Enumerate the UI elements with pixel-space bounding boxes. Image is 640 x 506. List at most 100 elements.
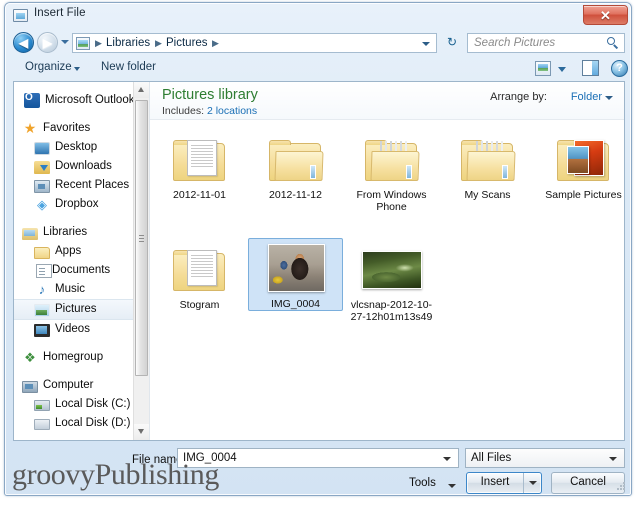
insert-split-dropdown[interactable] [523, 473, 541, 493]
sidebar-item-label: Videos [55, 323, 90, 335]
homegroup-icon: ❖ [24, 350, 36, 365]
sidebar-item-desktop[interactable]: Desktop [14, 138, 149, 157]
recent-locations-dropdown-icon[interactable] [61, 40, 69, 44]
file-item[interactable]: My Scans [440, 130, 535, 201]
breadcrumb-separator: ▶ [155, 38, 162, 48]
organize-button[interactable]: Organize [25, 61, 72, 73]
view-layout-icon[interactable] [535, 61, 551, 76]
computer-icon [22, 380, 38, 393]
folder-icon [460, 137, 516, 181]
tools-chevron-down-icon[interactable] [448, 484, 456, 488]
address-input[interactable]: ▶ Libraries ▶ Pictures ▶ [72, 33, 437, 53]
sidebar-item-local-disk-c[interactable]: Local Disk (C:) [14, 395, 149, 414]
file-item[interactable]: Sample Pictures [536, 130, 624, 201]
file-item[interactable]: Stogram [152, 240, 247, 311]
folder-icon [34, 246, 50, 259]
cancel-button[interactable]: Cancel [551, 472, 625, 494]
folder-thumbnail-wrap [169, 243, 231, 295]
new-folder-button[interactable]: New folder [101, 61, 156, 73]
nav-group-spacer [14, 367, 149, 376]
file-item[interactable]: From Windows Phone [344, 130, 439, 213]
screenshot-root: Insert File ✕ ◀ ▶ ▶ Libraries ▶ Pictures… [0, 0, 640, 506]
back-button[interactable]: ◀ [13, 32, 34, 53]
scroll-up-icon[interactable] [134, 82, 149, 98]
preview-pane-icon[interactable] [582, 60, 599, 76]
sidebar-item-libraries[interactable]: Libraries [14, 223, 149, 242]
breadcrumb-separator: ▶ [95, 38, 102, 48]
file-grid: 2012-11-01 2012-11-12 From Windows Phone My… [150, 120, 624, 440]
file-item[interactable]: vlcsnap-2012-10-27-12h01m13s49 [344, 240, 439, 323]
file-item[interactable]: 2012-11-01 [152, 130, 247, 201]
arrange-by-value[interactable]: Folder [571, 91, 602, 103]
address-dropdown-icon[interactable] [422, 42, 430, 46]
file-type-select[interactable]: All Files [465, 448, 625, 468]
sidebar-item-local-disk-d[interactable]: Local Disk (D:) [14, 414, 149, 433]
file-item-selected[interactable]: IMG_0004 [248, 238, 343, 311]
dialog-content: Microsoft Outlook ★ Favorites Desktop Downlo… [13, 81, 625, 441]
sidebar-item-downloads[interactable]: Downloads [14, 157, 149, 176]
image-thumbnail [267, 244, 325, 292]
arrange-chevron-down-icon[interactable] [605, 96, 613, 100]
insert-file-dialog: Insert File ✕ ◀ ▶ ▶ Libraries ▶ Pictures… [4, 2, 632, 496]
breadcrumb-separator: ▶ [212, 38, 219, 48]
sidebar-item-label: Local Disk (C:) [55, 398, 131, 410]
folder-icon [364, 137, 420, 181]
library-header: Pictures library Includes: 2 locations A… [150, 82, 624, 120]
organize-chevron-down-icon[interactable] [74, 67, 80, 71]
folder-thumbnail-wrap [553, 133, 615, 185]
sidebar-item-music[interactable]: ♪ Music [14, 280, 149, 299]
breadcrumb-libraries[interactable]: Libraries [106, 37, 150, 49]
sidebar-item-label: Music [55, 283, 86, 295]
close-button[interactable]: ✕ [583, 5, 628, 25]
breadcrumb-pictures[interactable]: Pictures [166, 37, 208, 49]
forward-button[interactable]: ▶ [37, 32, 58, 53]
folder-icon [172, 137, 227, 181]
file-name-input[interactable]: IMG_0004 [177, 448, 459, 468]
back-arrow-icon: ◀ [18, 36, 29, 50]
refresh-button[interactable]: ↻ [441, 33, 463, 53]
command-toolbar: Organize New folder ? [5, 56, 631, 81]
insert-button[interactable]: Insert [466, 472, 542, 494]
sidebar-item-pictures[interactable]: Pictures [14, 299, 149, 320]
library-includes: Includes: 2 locations [162, 105, 257, 117]
file-name-chevron-down-icon[interactable] [443, 457, 451, 461]
scroll-down-icon[interactable] [134, 424, 149, 440]
sidebar-item-recent-places[interactable]: Recent Places [14, 176, 149, 195]
pictures-library-icon [76, 37, 90, 50]
search-placeholder: Search Pictures [474, 37, 556, 49]
sidebar-item-computer[interactable]: Computer [14, 376, 149, 395]
sidebar-item-homegroup[interactable]: ❖ Homegroup [14, 348, 149, 367]
scrollbar-thumb[interactable] [135, 100, 148, 376]
file-item-label: Sample Pictures [545, 189, 622, 201]
sidebar-item-microsoft-outlook[interactable]: Microsoft Outlook [14, 91, 149, 110]
sidebar-item-apps[interactable]: Apps [14, 242, 149, 261]
sidebar-item-videos[interactable]: Videos [14, 320, 149, 339]
help-icon[interactable]: ? [611, 60, 628, 77]
search-input[interactable]: Search Pictures [467, 33, 625, 53]
close-icon: ✕ [600, 8, 611, 23]
documents-icon [36, 264, 52, 278]
tools-button[interactable]: Tools [409, 477, 436, 489]
file-item[interactable]: 2012-11-12 [248, 130, 343, 201]
insert-chevron-down-icon [529, 481, 537, 485]
folder-thumbnail-wrap [457, 133, 519, 185]
sidebar-item-label: Homegroup [43, 351, 104, 363]
arrange-by-label: Arrange by: [490, 91, 547, 103]
sidebar-item-documents[interactable]: Documents [14, 261, 149, 280]
file-item-label: IMG_0004 [270, 298, 321, 310]
help-glyph: ? [616, 62, 623, 74]
file-item-label: Stogram [179, 299, 220, 311]
sidebar-item-label: Downloads [55, 160, 112, 172]
view-chevron-down-icon[interactable] [558, 67, 566, 72]
cancel-button-label: Cancel [570, 476, 606, 488]
sidebar-item-favorites[interactable]: ★ Favorites [14, 119, 149, 138]
navigation-scrollbar[interactable] [133, 82, 149, 440]
includes-label: Includes: [162, 105, 205, 117]
pictures-icon [34, 303, 50, 317]
includes-value[interactable]: 2 locations [207, 105, 257, 117]
sidebar-item-dropbox[interactable]: ◈ Dropbox [14, 195, 149, 214]
desktop-icon [34, 141, 50, 155]
resize-grip[interactable] [616, 482, 626, 492]
folder-icon [556, 137, 611, 181]
